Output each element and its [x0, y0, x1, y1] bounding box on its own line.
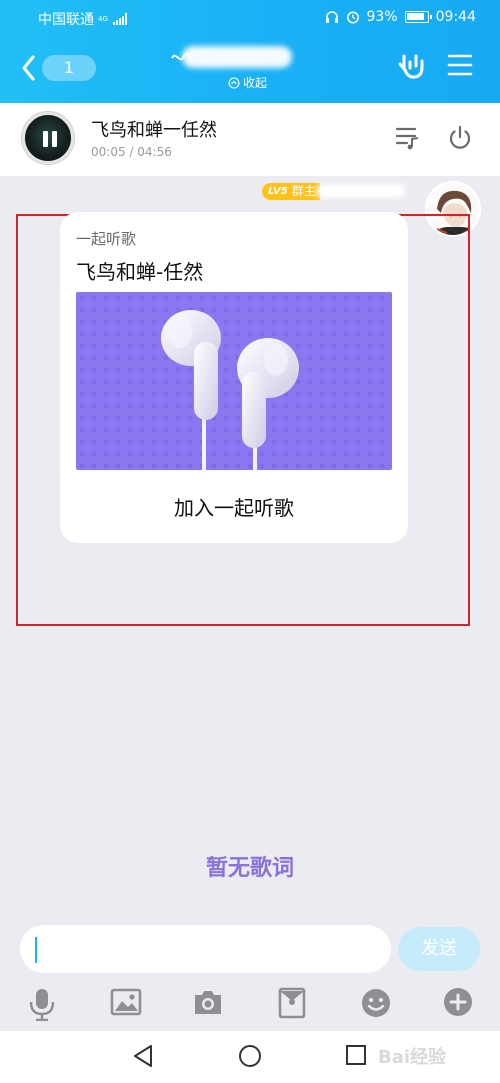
level-badge: LV5 [262, 182, 292, 200]
collapse-toggle[interactable]: 收起 [228, 74, 267, 91]
image-icon[interactable] [110, 987, 142, 1017]
carrier-label: 中国联通 [38, 12, 94, 28]
listen-together-card[interactable]: 一起听歌 飞鸟和蝉-任然 加入一起听歌 [60, 212, 408, 543]
nav-back-icon[interactable] [132, 1044, 154, 1068]
nav-recents-icon[interactable] [345, 1044, 367, 1066]
network-type: 4G [98, 14, 108, 23]
power-icon[interactable] [447, 125, 473, 151]
back-button[interactable]: 1 [20, 54, 96, 82]
mic-icon[interactable] [28, 987, 56, 1021]
album-disc-pause-button[interactable] [22, 112, 74, 164]
lyrics-placeholder: 暂无歌词 [205, 856, 294, 881]
collapse-label: 收起 [243, 76, 268, 90]
sender-info: LV5 群主 [262, 182, 406, 200]
status-bar: 中国联通 4G 93% 09:44 [0, 0, 500, 34]
text-caret [35, 937, 37, 963]
battery-percent: 93% [366, 9, 398, 25]
card-subtitle: 一起听歌 [76, 230, 137, 248]
battery-icon [404, 11, 432, 23]
send-button[interactable]: 发送 [398, 927, 480, 971]
now-playing-title: 飞鸟和蝉一任然 [91, 120, 217, 141]
earphones-icon [76, 292, 392, 470]
earphones-image [76, 292, 392, 470]
emoji-icon[interactable] [360, 987, 392, 1019]
watermark: Bai经验 [378, 1047, 447, 1068]
back-icon [22, 55, 35, 81]
message-input[interactable] [20, 925, 391, 973]
top-header: 中国联通 4G 93% 09:44 1 收起 [0, 0, 500, 103]
now-playing-bar: 飞鸟和蝉一任然 00:05 / 04:56 [0, 103, 500, 176]
card-song-title: 飞鸟和蝉-任然 [76, 260, 204, 284]
chevron-up-icon [228, 76, 240, 89]
group-title[interactable]: 收起 [170, 40, 310, 96]
plus-icon[interactable] [443, 987, 473, 1017]
now-playing-time: 00:05 / 04:56 [91, 145, 172, 159]
pause-icon [43, 131, 57, 147]
nav-home-icon[interactable] [238, 1044, 262, 1068]
alarm-icon [346, 11, 359, 24]
camera-icon[interactable] [192, 987, 224, 1017]
join-listen-button[interactable]: 加入一起听歌 [60, 492, 408, 521]
clock: 09:44 [435, 9, 476, 25]
rock-hand-icon[interactable] [396, 52, 426, 82]
signal-icon [112, 13, 127, 25]
title-redacted [182, 46, 292, 68]
red-packet-icon[interactable] [278, 987, 306, 1019]
sender-name-redacted [315, 184, 406, 198]
input-toolbar [0, 982, 500, 1026]
playlist-icon[interactable] [395, 125, 421, 151]
input-row: 发送 [0, 922, 500, 978]
menu-icon[interactable] [447, 52, 473, 78]
system-nav-bar: Bai经验 [0, 1031, 500, 1083]
unread-badge: 1 [42, 55, 96, 81]
headset-icon [325, 11, 338, 23]
